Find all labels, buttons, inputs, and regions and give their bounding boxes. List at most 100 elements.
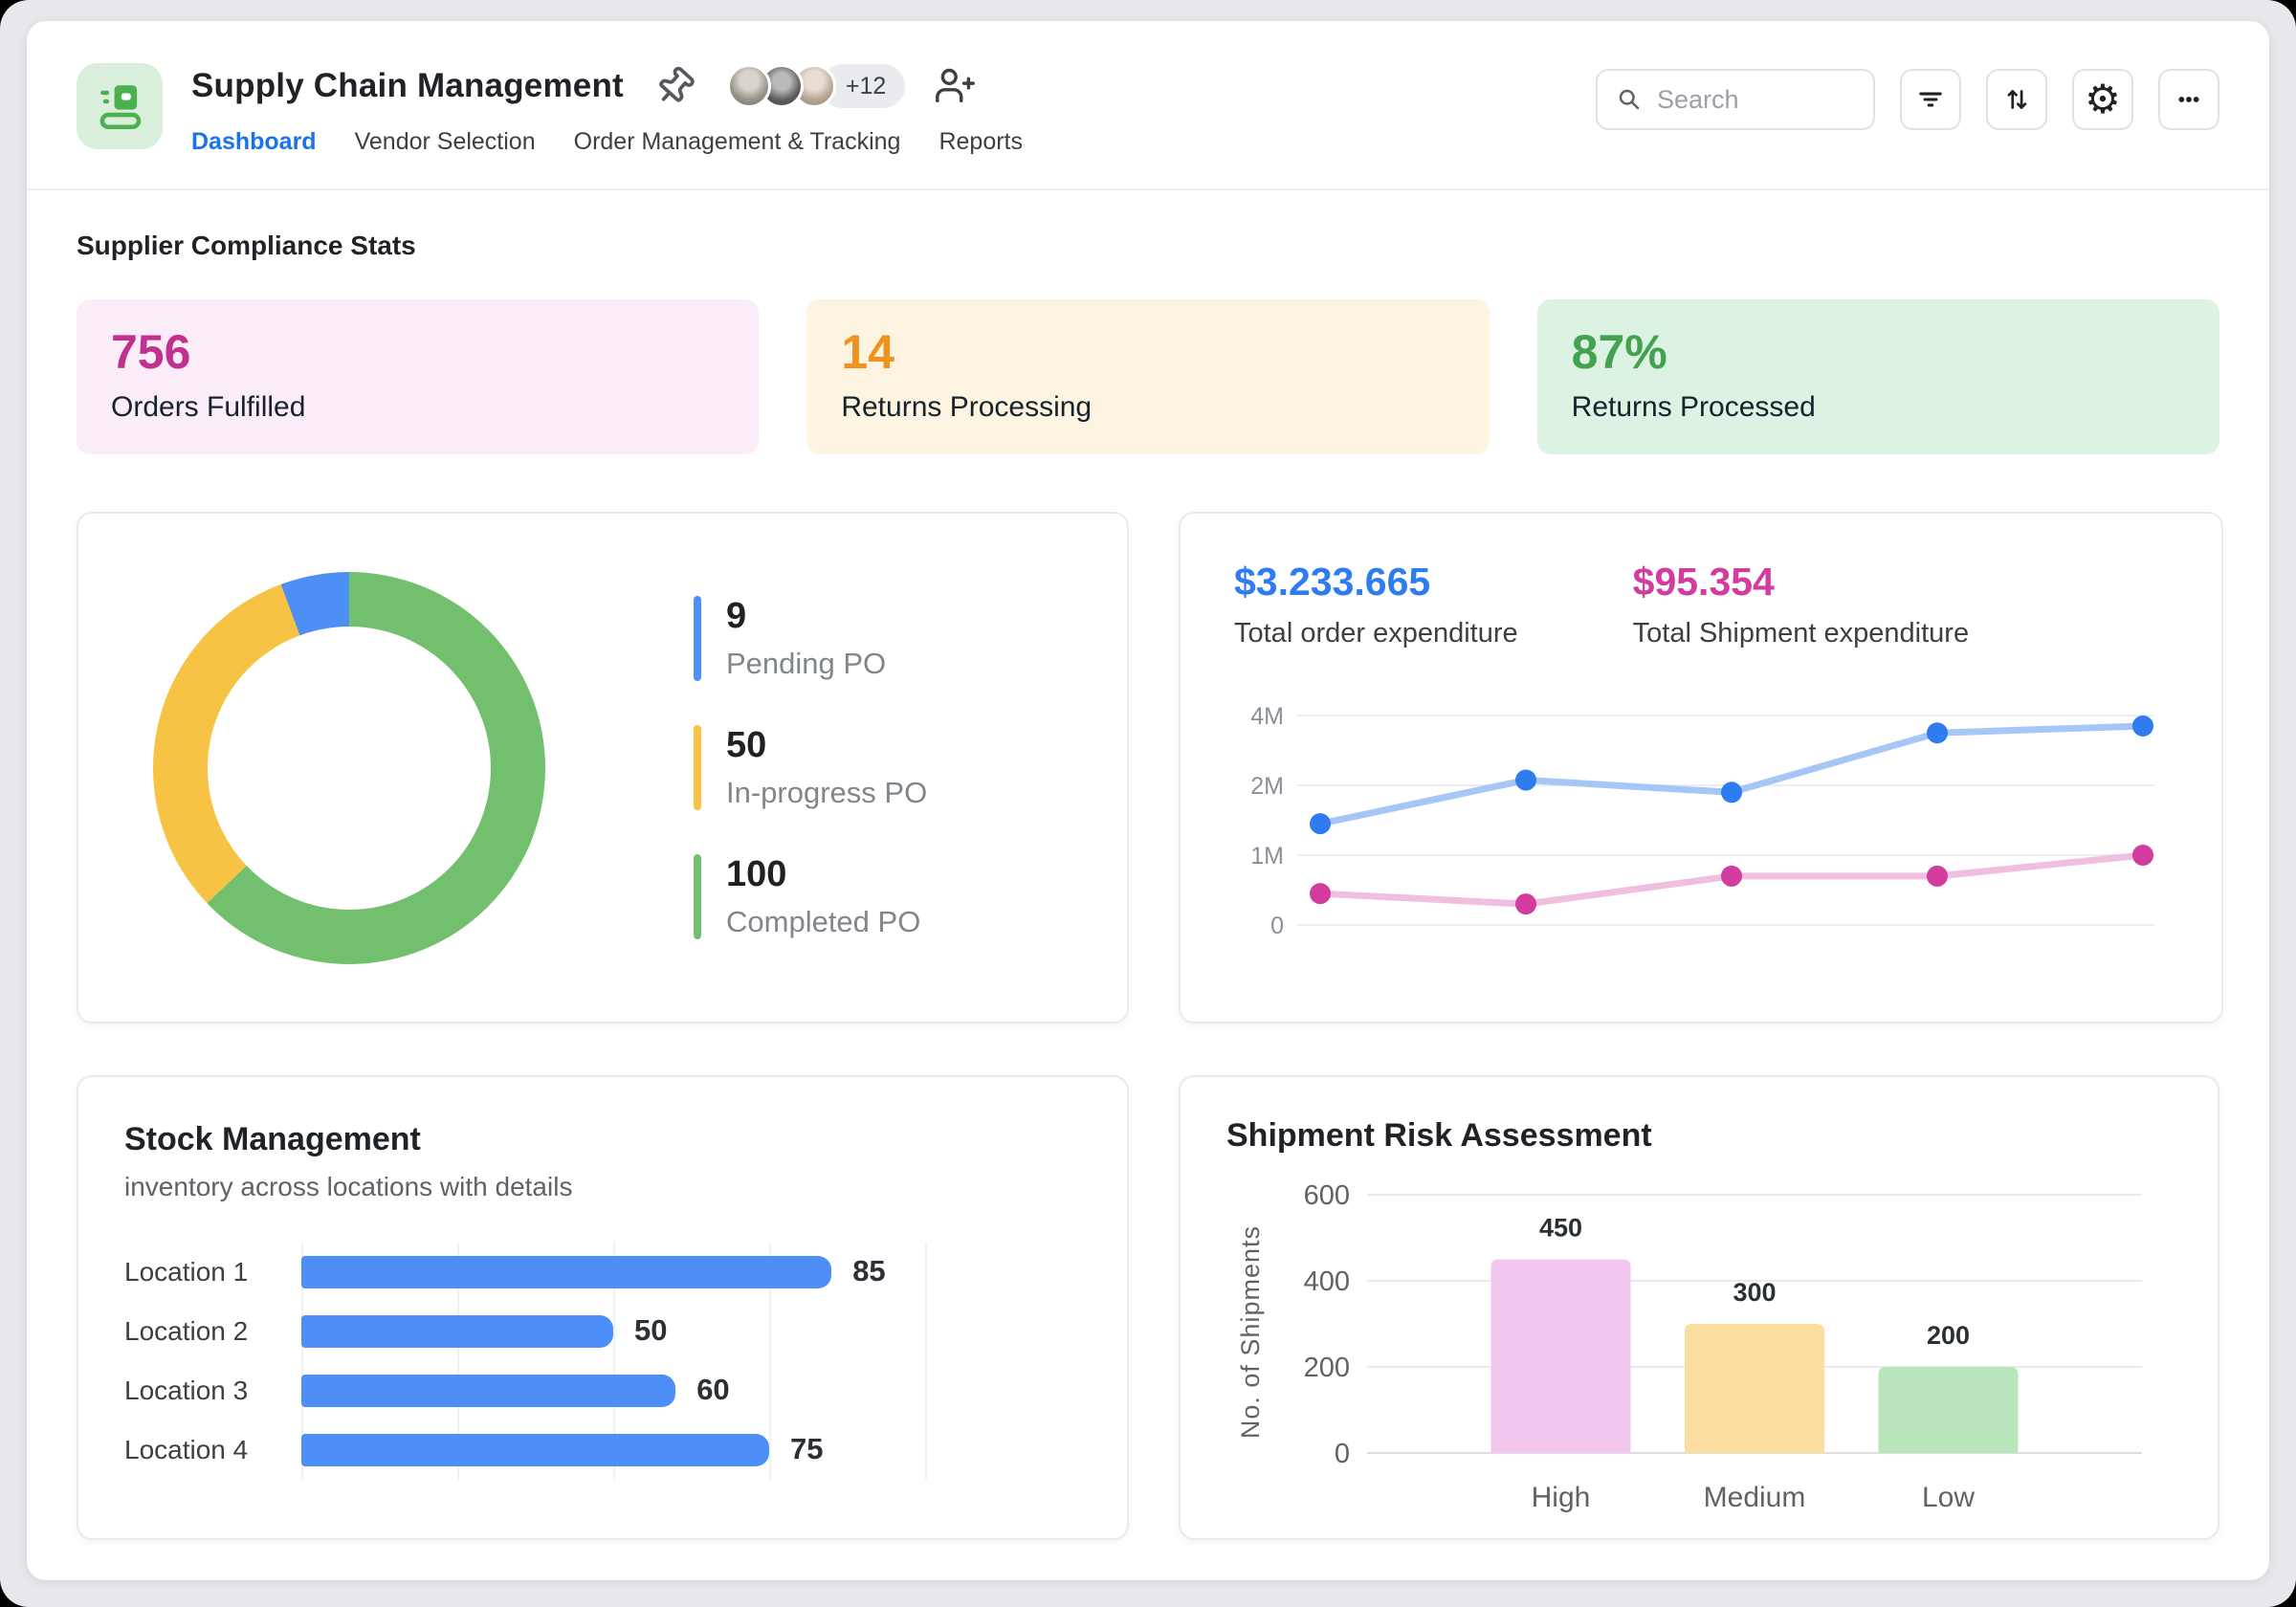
title-and-tabs: Supply Chain Management +12 Dashboard Ve…	[191, 63, 1023, 156]
bar-value-label: 300	[1733, 1278, 1776, 1307]
header-toolbar: ⚙	[1596, 69, 2219, 130]
po-legend: 9 Pending PO 50 In-progress PO 100 Compl…	[694, 596, 927, 939]
expenditure-stats: $3.233.665 Total order expenditure $95.3…	[1234, 560, 2168, 649]
data-point	[2132, 715, 2153, 737]
add-user-icon[interactable]	[934, 64, 978, 108]
expenditure-card: $3.233.665 Total order expenditure $95.3…	[1179, 512, 2223, 1024]
y-tick-label: 0	[1270, 913, 1284, 939]
data-point	[1310, 883, 1331, 905]
dashboard-content: Supplier Compliance Stats 756 Orders Ful…	[27, 190, 2269, 1540]
stat-label: Orders Fulfilled	[111, 391, 306, 423]
risk-chart-wrap: No. of Shipments 0 200 400 600 450 High 300 Med…	[1226, 1164, 2172, 1539]
tab-vendor-selection[interactable]: Vendor Selection	[355, 128, 536, 156]
legend-value: 50	[726, 725, 767, 765]
risk-bar-low	[1878, 1367, 2019, 1453]
stock-bar-chart: Location 1 85 Location 2 50 Location 3 60 Loca…	[124, 1243, 1081, 1480]
delivery-book-icon	[99, 85, 142, 130]
stat-label: Total order expenditure	[1234, 618, 1518, 649]
stat-card-returns-processed: 87% Returns Processed	[1536, 299, 2219, 454]
legend-value: 9	[726, 596, 747, 636]
y-tick-label: 400	[1304, 1266, 1350, 1297]
legend-item-pending: 9 Pending PO	[694, 596, 927, 681]
bar-plot-area: 85	[301, 1243, 1081, 1302]
stat-value: 756	[111, 325, 191, 379]
page-title: Supply Chain Management	[191, 67, 624, 104]
legend-marker	[694, 596, 701, 681]
stat-label: Total Shipment expenditure	[1632, 618, 1970, 649]
bar	[301, 1256, 832, 1288]
search-box[interactable]	[1596, 69, 1875, 130]
tab-dashboard[interactable]: Dashboard	[191, 128, 317, 156]
gear-icon: ⚙	[2085, 76, 2121, 122]
bar	[301, 1315, 613, 1348]
desktop-background: Supply Chain Management +12 Dashboard Ve…	[0, 0, 2296, 1607]
stat-cards-row: 756 Orders Fulfilled 14 Returns Processi…	[77, 299, 2219, 454]
y-tick-label: 0	[1335, 1439, 1350, 1469]
legend-label: Completed PO	[726, 905, 921, 938]
tab-order-management[interactable]: Order Management & Tracking	[574, 128, 901, 156]
legend-item-completed: 100 Completed PO	[694, 854, 927, 939]
bar	[301, 1434, 769, 1466]
data-point	[1721, 865, 1742, 887]
expenditure-line-chart: 4M 2M 1M 0	[1234, 682, 2168, 991]
pushpin-icon[interactable]	[652, 63, 698, 109]
card-title: Shipment Risk Assessment	[1226, 1117, 1652, 1154]
bar	[301, 1375, 676, 1407]
risk-bar-high	[1490, 1259, 1631, 1453]
app-header: Supply Chain Management +12 Dashboard Ve…	[27, 21, 2269, 156]
card-subtitle: inventory across locations with details	[124, 1172, 573, 1201]
stat-value: 87%	[1571, 325, 1667, 379]
bar-value-label: 450	[1539, 1214, 1582, 1243]
x-tick-label: Low	[1922, 1482, 1975, 1513]
stat-label: Returns Processed	[1571, 391, 1816, 423]
tab-reports[interactable]: Reports	[938, 128, 1023, 156]
stat-label: Returns Processing	[841, 391, 1093, 423]
more-button[interactable]	[2158, 69, 2219, 130]
data-point	[1721, 781, 1742, 804]
nav-tabs: Dashboard Vendor Selection Order Managem…	[191, 128, 1023, 156]
legend-value: 100	[726, 854, 787, 894]
sort-button[interactable]	[1986, 69, 2047, 130]
avatar[interactable]	[726, 64, 771, 108]
stock-bar-row: Location 3 60	[124, 1361, 1081, 1420]
stat-card-returns-processing: 14 Returns Processing	[806, 299, 1490, 454]
legend-marker	[694, 854, 701, 939]
line-chart-svg: 4M 2M 1M 0	[1250, 703, 2154, 939]
shipment-expenditure-stat: $95.354 Total Shipment expenditure	[1633, 560, 1969, 649]
collaborator-avatars[interactable]: +12	[726, 64, 906, 108]
data-point	[1515, 769, 1536, 791]
sort-icon	[2007, 90, 2027, 109]
y-tick-label: 2M	[1250, 773, 1284, 800]
stock-bar-row: Location 2 50	[124, 1302, 1081, 1361]
bar-plot-area: 50	[301, 1302, 1081, 1361]
filter-button[interactable]	[1900, 69, 1961, 130]
data-point	[1515, 893, 1536, 915]
y-tick-label: 600	[1304, 1180, 1350, 1211]
data-point	[2132, 845, 2153, 866]
risk-bar-chart-svg: 0 200 400 600 450 High 300 Medium 200 Low	[1304, 1180, 2142, 1513]
bar-value-label: 200	[1927, 1321, 1970, 1350]
header-left: Supply Chain Management +12 Dashboard Ve…	[77, 63, 1023, 156]
order-expenditure-line	[1316, 722, 2147, 827]
stat-card-orders-fulfilled: 756 Orders Fulfilled	[77, 299, 760, 454]
bar-category-label: Location 2	[124, 1316, 249, 1346]
data-point	[1310, 813, 1331, 835]
stat-value: 14	[841, 325, 894, 379]
legend-marker	[694, 725, 701, 810]
bar-value-label: 60	[696, 1373, 730, 1406]
y-tick-label: 4M	[1250, 703, 1284, 730]
stock-bar-row: Location 4 75	[124, 1420, 1081, 1480]
shipment-risk-card: Shipment Risk Assessment No. of Shipment…	[1179, 1075, 2219, 1540]
y-axis-label: No. of Shipments	[1236, 1225, 1265, 1440]
search-input[interactable]	[1657, 84, 1839, 115]
bar-plot-area: 75	[301, 1420, 1081, 1480]
filter-icon	[1919, 92, 1942, 107]
stock-bar-row: Location 1 85	[124, 1243, 1081, 1302]
x-tick-label: High	[1532, 1482, 1591, 1513]
ellipsis-icon	[2178, 97, 2199, 102]
legend-label: Pending PO	[726, 647, 887, 680]
y-tick-label: 200	[1304, 1353, 1350, 1383]
settings-button[interactable]: ⚙	[2072, 69, 2133, 130]
bar-value-label: 75	[790, 1432, 824, 1465]
card-title: Stock Management	[124, 1121, 421, 1157]
